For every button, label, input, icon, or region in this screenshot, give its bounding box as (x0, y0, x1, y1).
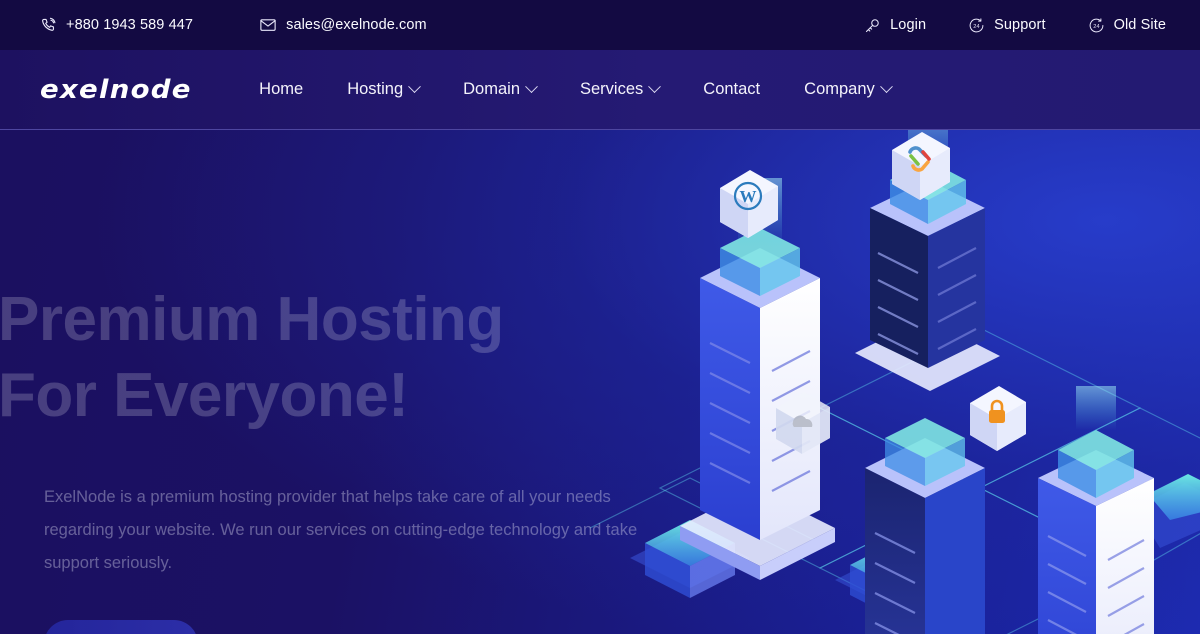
chevron-down-icon (408, 80, 422, 94)
topbar-phone-label: +880 1943 589 447 (66, 17, 194, 33)
topbar-login-label: Login (890, 17, 927, 33)
svg-text:24: 24 (973, 23, 979, 29)
support-24-7-icon: 24 (1088, 17, 1105, 34)
top-bar-contact-group: +880 1943 589 447 sales@exelnode.com (40, 16, 427, 34)
nav-label: Hosting (347, 80, 404, 98)
topbar-email-label: sales@exelnode.com (286, 17, 427, 33)
nav-item-domain[interactable]: Domain (463, 80, 538, 99)
main-navigation: Home Hosting Domain Services Contact Com… (259, 80, 893, 99)
hero-section: W Premium Hosting For Everyone! ExelNode… (0, 130, 1200, 634)
nav-item-contact[interactable]: Contact (703, 80, 760, 99)
topbar-email[interactable]: sales@exelnode.com (259, 16, 427, 34)
hero-cta-button[interactable]: Get Started (44, 620, 199, 634)
nav-label: Home (259, 80, 304, 98)
lock-icon (970, 386, 1026, 451)
hero-title-line-1: Premium Hosting (0, 285, 504, 354)
nav-item-company[interactable]: Company (804, 80, 893, 99)
chevron-down-icon (879, 80, 893, 94)
topbar-phone[interactable]: +880 1943 589 447 (40, 17, 193, 34)
site-header: exelnode Home Hosting Domain Services Co… (0, 50, 1200, 130)
support-24-7-icon: 24 (968, 17, 985, 34)
top-bar: +880 1943 589 447 sales@exelnode.com Log… (0, 0, 1200, 50)
hero-title: Premium Hosting For Everyone! (0, 282, 704, 433)
chevron-down-icon (648, 80, 662, 94)
nav-item-home[interactable]: Home (259, 80, 303, 99)
hero-content: Premium Hosting For Everyone! ExelNode i… (0, 130, 704, 634)
site-logo[interactable]: exelnode (40, 75, 192, 105)
topbar-login-link[interactable]: Login (864, 17, 926, 34)
topbar-old-site-link[interactable]: 24 Old Site (1088, 17, 1166, 34)
key-icon (864, 17, 881, 34)
nav-label: Contact (703, 80, 761, 98)
topbar-old-site-label: Old Site (1113, 17, 1166, 33)
nav-label: Services (580, 80, 644, 98)
topbar-support-link[interactable]: 24 Support (968, 17, 1046, 34)
chevron-down-icon (525, 80, 538, 94)
hero-title-line-2: For Everyone! (0, 360, 409, 430)
mail-icon (259, 16, 277, 34)
topbar-support-label: Support (994, 17, 1046, 33)
hero-description: ExelNode is a premium hosting provider t… (44, 488, 638, 573)
nav-item-hosting[interactable]: Hosting (347, 80, 422, 99)
nav-label: Domain (463, 80, 520, 98)
svg-text:24: 24 (1093, 23, 1099, 29)
top-bar-links-group: Login 24 Support 24 Old Site (864, 17, 1166, 34)
nav-item-services[interactable]: Services (580, 80, 662, 99)
phone-icon (40, 17, 57, 34)
svg-text:W: W (740, 187, 757, 206)
nav-label: Company (804, 80, 875, 98)
